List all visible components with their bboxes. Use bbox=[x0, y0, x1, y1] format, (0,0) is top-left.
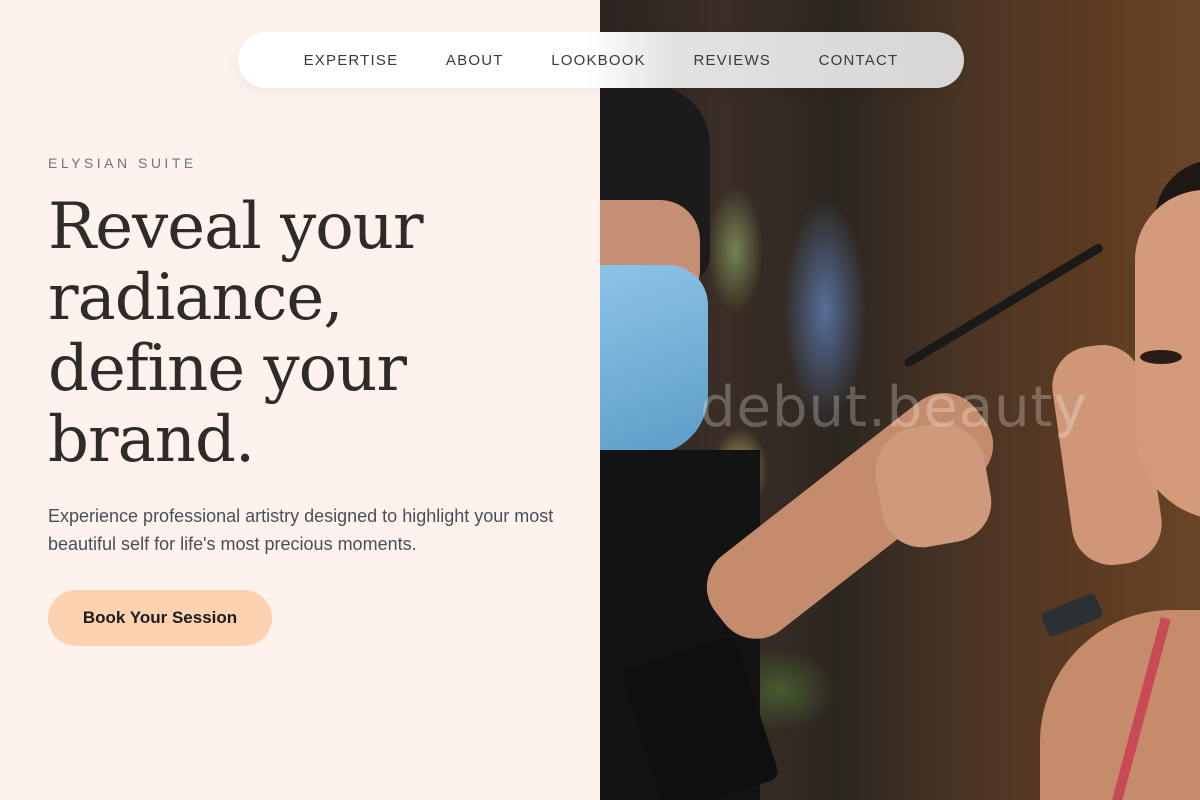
nav-item-lookbook[interactable]: LOOKBOOK bbox=[551, 52, 646, 69]
hero-subcopy: Experience professional artistry designe… bbox=[48, 506, 554, 554]
nav-item-reviews[interactable]: REVIEWS bbox=[693, 52, 771, 69]
nav-item-about[interactable]: ABOUT bbox=[446, 52, 504, 69]
image-watermark: debut.beauty bbox=[700, 375, 1088, 440]
watch bbox=[1040, 592, 1104, 638]
book-session-button[interactable]: Book Your Session bbox=[48, 590, 272, 646]
face-mask bbox=[600, 265, 708, 455]
hero-headline: Reveal your radiance, define your brand. bbox=[48, 192, 548, 476]
headline-line: Reveal your bbox=[48, 190, 424, 264]
headline-line: brand. bbox=[48, 403, 255, 477]
headline-line: radiance, bbox=[48, 261, 344, 335]
nav-item-contact[interactable]: CONTACT bbox=[819, 52, 899, 69]
nav-item-expertise[interactable]: EXPERTISE bbox=[304, 52, 399, 69]
headline-line: define your bbox=[48, 332, 407, 406]
brand-eyebrow: ELYSIAN SUITE bbox=[48, 155, 197, 171]
client-eye bbox=[1140, 350, 1182, 364]
hero-image: debut.beauty bbox=[600, 0, 1200, 800]
main-nav: EXPERTISE ABOUT LOOKBOOK REVIEWS CONTACT bbox=[238, 32, 964, 88]
